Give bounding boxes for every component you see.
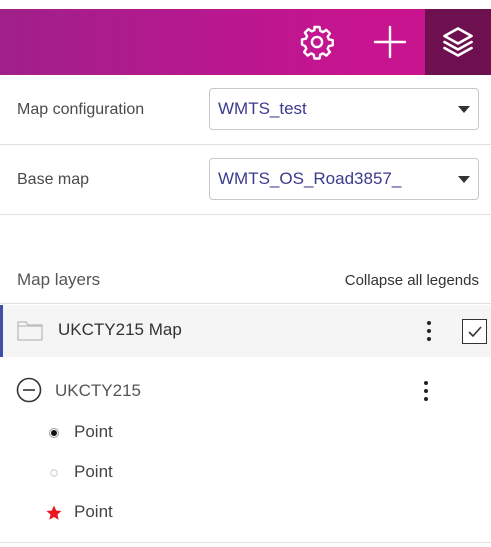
hollow-dot-icon — [45, 464, 63, 482]
legend-item: Point — [0, 498, 491, 528]
layer-row[interactable]: UKCTY215 — [0, 370, 491, 410]
layer-label: UKCTY215 — [55, 381, 141, 400]
more-vert-icon[interactable] — [421, 319, 437, 343]
base-map-row: Base map WMTS_OS_Road3857_ — [0, 145, 491, 215]
settings-button[interactable] — [284, 9, 350, 75]
divider — [0, 542, 491, 543]
layers-icon — [443, 27, 473, 57]
chevron-down-icon — [458, 106, 470, 113]
layer-group-label: UKCTY215 Map — [58, 320, 182, 339]
map-configuration-select[interactable]: WMTS_test — [209, 88, 479, 130]
collapse-all-legends-link[interactable]: Collapse all legends — [345, 272, 479, 289]
base-map-select[interactable]: WMTS_OS_Road3857_ — [209, 158, 479, 200]
collapse-minus-icon[interactable] — [16, 377, 42, 403]
map-layers-header: Map layers Collapse all legends — [0, 262, 491, 304]
folder-icon — [17, 321, 43, 341]
map-configuration-label: Map configuration — [17, 101, 145, 118]
layer-group-row[interactable]: UKCTY215 Map — [0, 305, 491, 357]
checkmark-icon — [467, 325, 482, 337]
chevron-down-icon — [458, 176, 470, 183]
legend-label: Point — [74, 462, 113, 481]
plus-icon — [373, 25, 407, 59]
filled-dot-icon — [45, 424, 63, 442]
gear-icon — [300, 25, 334, 60]
map-configuration-value: WMTS_test — [218, 99, 307, 118]
red-star-icon — [45, 504, 63, 522]
base-map-value: WMTS_OS_Road3857_ — [218, 169, 402, 188]
layer-group-checkbox[interactable] — [462, 319, 487, 344]
legend-item: Point — [0, 458, 491, 488]
layers-button[interactable] — [425, 9, 491, 75]
top-toolbar — [0, 9, 491, 75]
more-vert-icon[interactable] — [418, 379, 434, 403]
legend-item: Point — [0, 418, 491, 448]
legend-label: Point — [74, 502, 113, 521]
map-configuration-row: Map configuration WMTS_test — [0, 75, 491, 145]
add-button[interactable] — [357, 9, 423, 75]
legend-label: Point — [74, 422, 113, 441]
map-layers-title: Map layers — [17, 270, 101, 289]
base-map-label: Base map — [17, 171, 90, 188]
